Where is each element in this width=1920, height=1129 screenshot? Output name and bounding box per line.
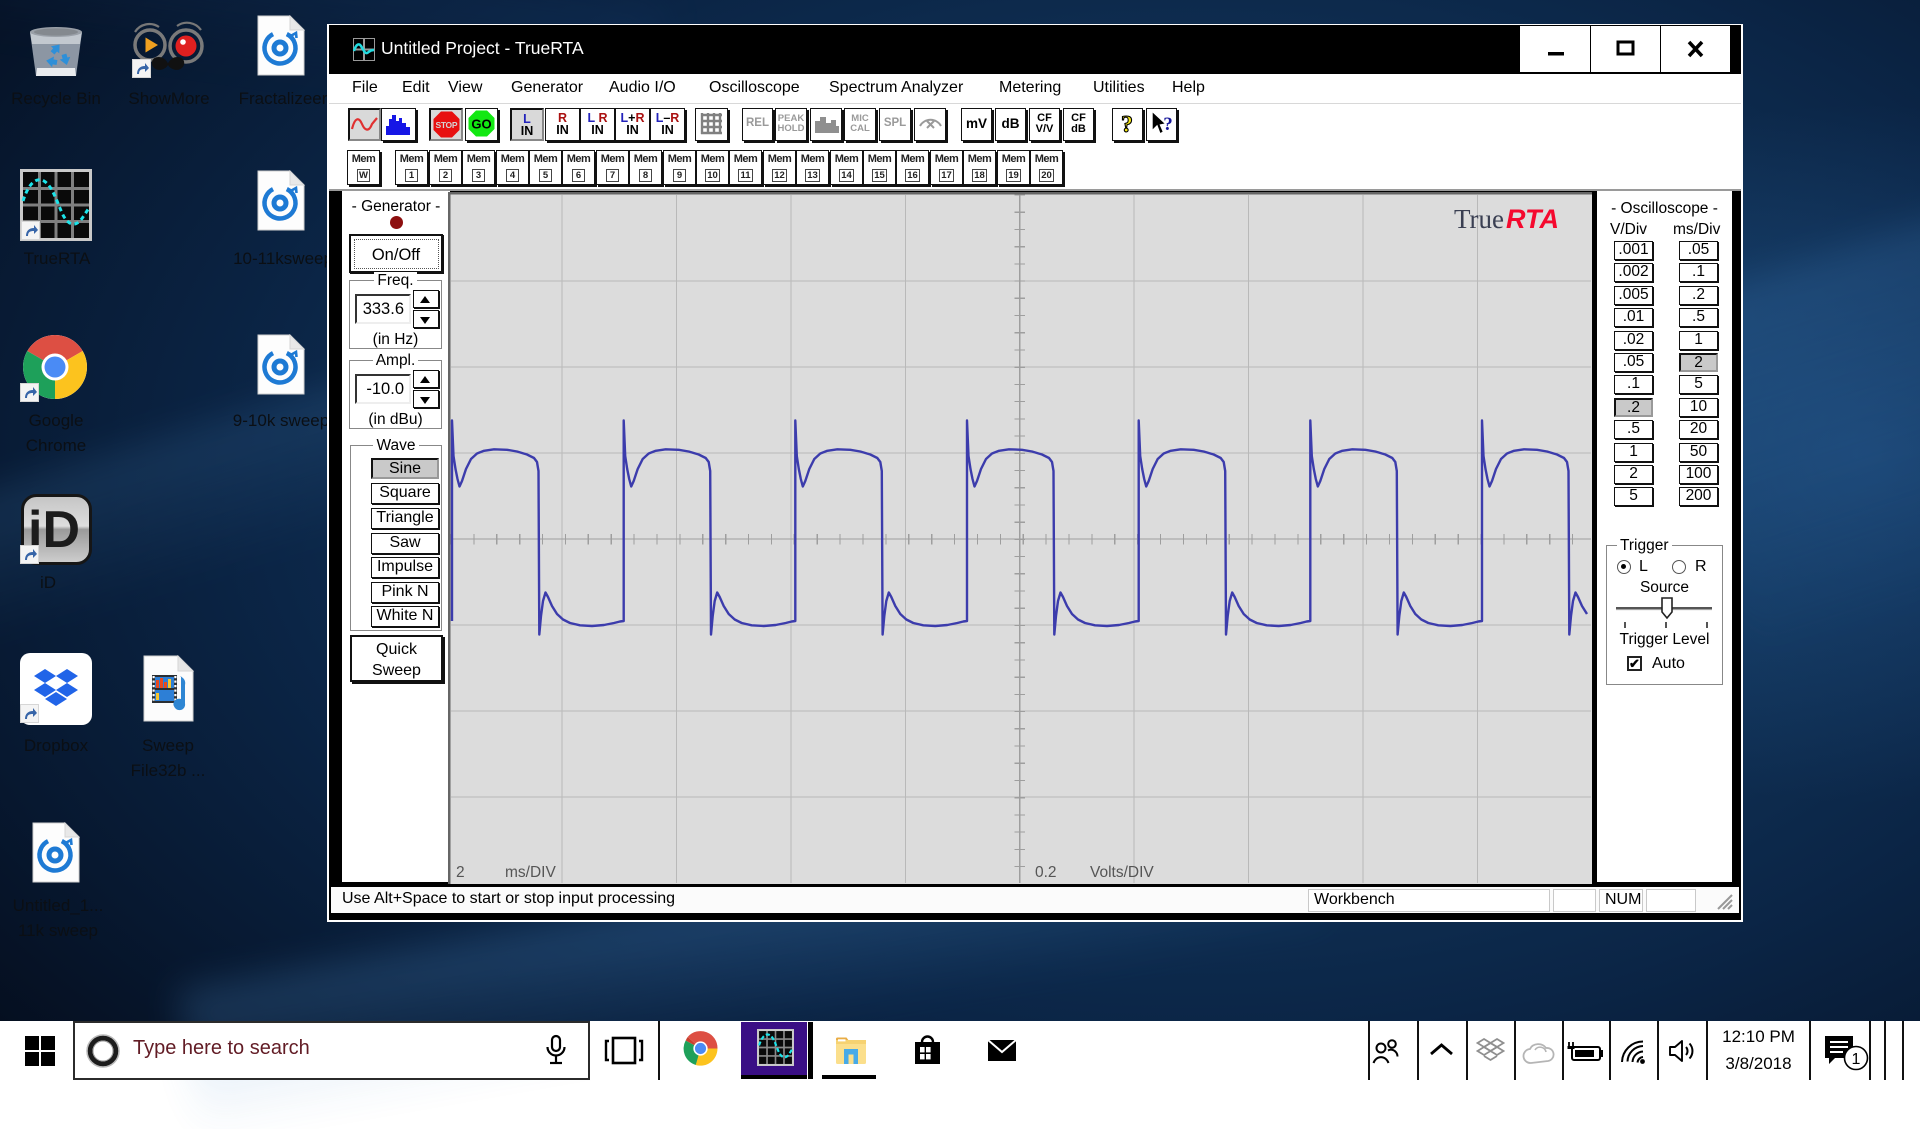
svg-text:?: ? [1121, 112, 1133, 138]
svg-text:1: 1 [1852, 1051, 1861, 1068]
svg-text:ms/DIV: ms/DIV [505, 864, 556, 881]
svg-text:STOP: STOP [435, 120, 457, 130]
svg-text:GO: GO [471, 117, 491, 132]
svg-text:True: True [1454, 204, 1504, 234]
svg-text:Volts/DIV: Volts/DIV [1090, 864, 1154, 881]
svg-text:0.2: 0.2 [1035, 864, 1057, 881]
svg-text:2: 2 [456, 864, 465, 881]
svg-text:RTA: RTA [1506, 204, 1559, 234]
